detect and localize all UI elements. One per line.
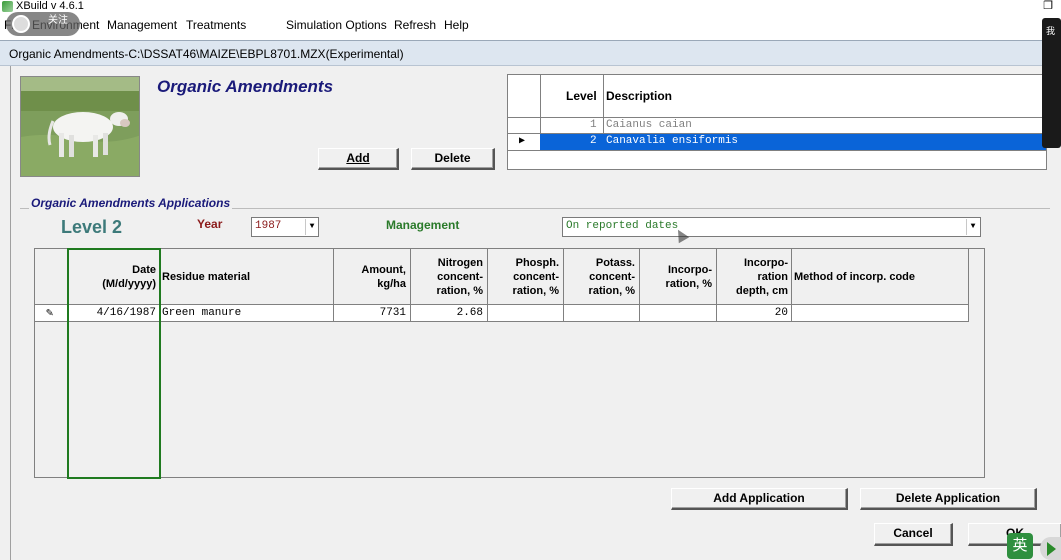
menu-treatments[interactable]: Treatments (186, 17, 246, 33)
dialog-title: Organic Amendments-C:\DSSAT46\MAIZE\EBPL… (9, 47, 404, 61)
col-header-incorp[interactable]: Incorpo- ration, % (641, 263, 712, 291)
current-level-label: Level 2 (61, 217, 123, 237)
levels-row-1-level[interactable]: 1 (590, 118, 597, 133)
play-icon (1047, 542, 1056, 556)
row-pointer-icon: ▶ (519, 136, 526, 147)
menu-refresh[interactable]: Refresh (394, 17, 436, 33)
cell-depth[interactable]: 20 (718, 306, 788, 321)
levels-row-1-description[interactable]: Caianus caian (606, 118, 692, 133)
ime-language-icon[interactable]: 英 (1007, 533, 1033, 559)
management-select[interactable]: On reported dates ▼ (562, 217, 981, 237)
menu-simulation-options[interactable]: Simulation Options (286, 17, 387, 33)
col-header-method[interactable]: Method of incorp. code (794, 270, 915, 284)
app-icon (2, 1, 13, 12)
grid-header-divider (35, 304, 969, 305)
row-edit-icon: ✎ (46, 306, 54, 320)
cancel-label: Cancel (893, 526, 933, 540)
col-header-potass[interactable]: Potass. concent- ration, % (565, 256, 635, 298)
cell-residue[interactable]: Green manure (162, 306, 241, 321)
col-header-depth[interactable]: Incorpo- ration depth, cm (718, 256, 788, 298)
add-application-label: Add Application (713, 491, 805, 505)
chevron-down-icon[interactable]: ▼ (966, 219, 979, 235)
chevron-down-icon[interactable]: ▼ (305, 219, 318, 235)
overlay-avatar-icon (12, 15, 30, 33)
date-column-focus-border (67, 248, 161, 479)
year-select[interactable]: 1987 ▼ (251, 217, 319, 237)
menu-management[interactable]: Management (107, 17, 177, 33)
delete-level-label: Delete (434, 151, 471, 165)
delete-application-button[interactable]: Delete Application (860, 488, 1037, 510)
cow-photo-graphic (21, 77, 139, 176)
app-title-bar (0, 0, 1061, 14)
levels-header-description[interactable]: Description (606, 89, 672, 103)
grid-col-divider (968, 249, 969, 321)
col-header-nitrogen[interactable]: Nitrogen concent- ration, % (412, 256, 483, 298)
side-toolbar-label: 我 (1046, 26, 1056, 36)
form-heading: Organic Amendments (157, 77, 334, 96)
grid-row-divider (35, 321, 969, 322)
col-header-residue[interactable]: Residue material (162, 270, 250, 284)
overlay-text: 关注 (48, 15, 68, 26)
year-label: Year (197, 217, 223, 231)
col-header-phosph[interactable]: Phosph. concent- ration, % (489, 256, 559, 298)
grid-col-divider (639, 249, 640, 321)
levels-header-level[interactable]: Level (566, 89, 597, 103)
cow-photo (20, 76, 140, 177)
delete-level-button[interactable]: Delete (411, 148, 495, 170)
year-value: 1987 (255, 220, 282, 232)
levels-row-2-description[interactable]: Canavalia ensiformis (606, 134, 738, 149)
restore-window-icon[interactable]: ❐ (1041, 0, 1055, 13)
add-application-button[interactable]: Add Application (671, 488, 848, 510)
grid-col-divider (333, 249, 334, 321)
add-level-label: Add (346, 151, 370, 165)
management-value: On reported dates (566, 220, 679, 232)
levels-row-2-level[interactable]: 2 (590, 134, 597, 149)
grid-col-divider (563, 249, 564, 321)
levels-grid-header-divider (508, 117, 1046, 118)
delete-application-label: Delete Application (895, 491, 1001, 505)
grid-col-divider (791, 249, 792, 321)
cancel-button[interactable]: Cancel (874, 523, 953, 546)
add-level-button[interactable]: Add (318, 148, 399, 170)
grid-col-divider (410, 249, 411, 321)
side-toolbar[interactable] (1042, 18, 1061, 148)
management-label: Management (386, 218, 460, 232)
levels-grid-row-divider (508, 150, 1046, 151)
applications-section-title: Organic Amendments Applications (29, 196, 233, 210)
grid-col-divider (487, 249, 488, 321)
cell-nitrogen[interactable]: 2.68 (412, 306, 483, 321)
menu-help[interactable]: Help (444, 17, 469, 33)
grid-col-divider (716, 249, 717, 321)
col-header-amount[interactable]: Amount, kg/ha (336, 263, 406, 291)
cell-amount[interactable]: 7731 (336, 306, 406, 321)
